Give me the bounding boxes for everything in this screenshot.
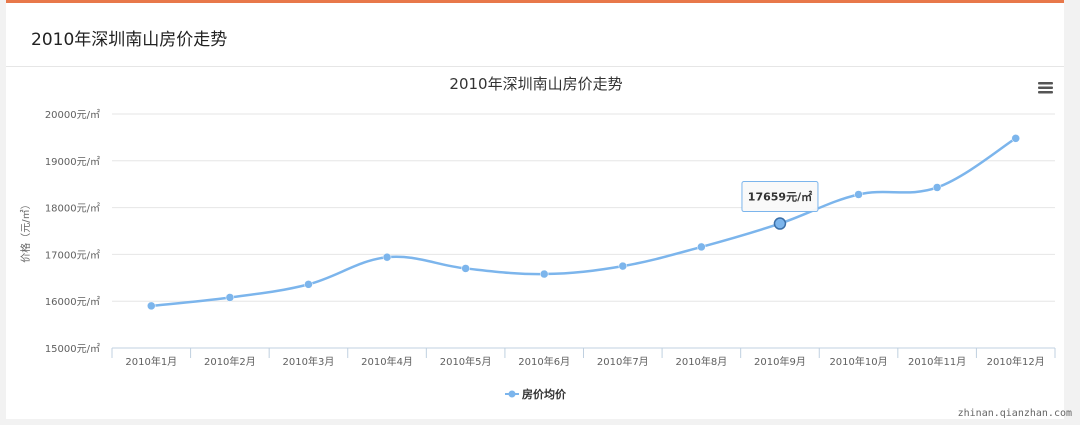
data-point[interactable] (932, 183, 942, 192)
data-point[interactable] (382, 252, 392, 262)
x-tick-label: 2010年5月 (440, 355, 492, 368)
y-tick-label: 16000元/㎡ (45, 296, 100, 308)
x-tick-label: 2010年11月 (908, 355, 966, 368)
data-point[interactable] (697, 242, 706, 252)
gridlines (112, 113, 1055, 302)
data-point[interactable] (304, 280, 313, 289)
y-tick-label: 19000元/㎡ (45, 156, 100, 168)
data-point[interactable] (539, 269, 549, 279)
y-axis-tick-labels: 15000元/㎡ 16000元/㎡ 17000元/㎡ 18000元/㎡ 19000元/㎡… (45, 109, 100, 355)
data-point[interactable] (225, 293, 235, 302)
x-tick-label: 2010年2月 (204, 355, 256, 368)
tooltip-text: 17659元/㎡ (748, 190, 812, 204)
data-point[interactable] (854, 190, 863, 199)
y-tick-label: 18000元/㎡ (45, 203, 100, 215)
y-tick-label: 20000元/㎡ (45, 109, 100, 121)
x-tick-label: 2010年9月 (754, 355, 806, 368)
data-point[interactable] (1011, 134, 1020, 143)
line-chart: 2010年深圳南山房价走势 15000元/㎡ 16000元/㎡ 17000元/㎡ 18… (19, 75, 1056, 401)
legend-label: 房价均价 (522, 387, 567, 401)
tooltip: 17659元/㎡ (741, 181, 819, 213)
y-tick-label: 15000元/㎡ (45, 343, 100, 355)
series-line (151, 137, 1017, 308)
x-tick-label: 2010年6月 (518, 355, 570, 368)
chart-title: 2010年深圳南山房价走势 (449, 75, 622, 93)
x-tick-label: 2010年12月 (987, 355, 1045, 368)
x-tick-label: 2010年4月 (361, 355, 413, 368)
watermark: zhinan.qianzhan.com (957, 408, 1072, 419)
x-axis-tick-labels: 2010年1月 2010年2月 2010年3月 2010年4月 2010年5月 2010年… (125, 355, 1044, 368)
hamburger-menu-icon[interactable] (1038, 82, 1053, 94)
x-tick-label: 2010年7月 (597, 355, 649, 368)
data-point[interactable] (618, 261, 628, 271)
x-tick-label: 2010年8月 (675, 355, 727, 368)
y-axis-label: 价格（元/㎡） (19, 199, 32, 262)
x-tick-label: 2010年3月 (283, 355, 335, 368)
x-tick-label: 2010年1月 (125, 355, 177, 368)
data-point[interactable] (461, 264, 470, 273)
legend-marker (508, 390, 516, 398)
y-tick-label: 17000元/㎡ (45, 249, 100, 261)
x-tick-label: 2010年10月 (829, 355, 887, 368)
data-point[interactable] (147, 301, 156, 311)
data-point[interactable] (773, 217, 787, 230)
legend[interactable]: 房价均价 (505, 387, 567, 401)
